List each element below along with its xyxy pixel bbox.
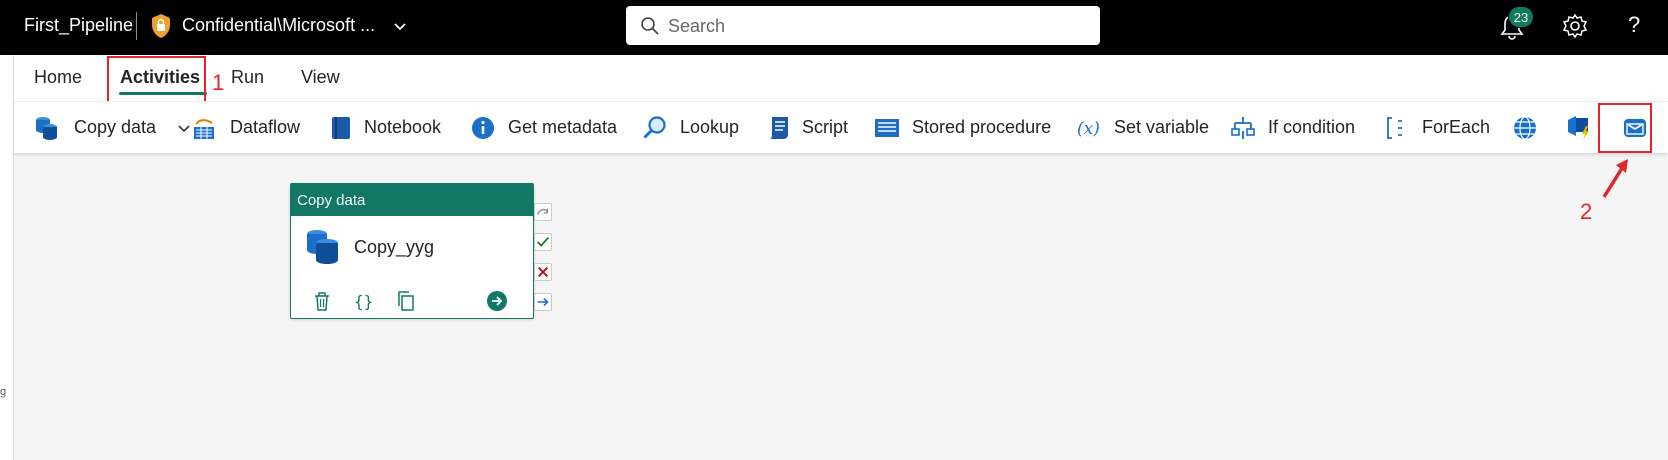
set-variable-button[interactable]: (x) Set variable — [1076, 102, 1236, 154]
script-icon — [770, 117, 788, 139]
globe-icon[interactable] — [1512, 115, 1538, 141]
lookup-button[interactable]: Lookup — [642, 102, 752, 154]
annotation-arrow-icon — [1602, 159, 1628, 198]
stored-procedure-icon — [875, 119, 899, 137]
get-metadata-button[interactable]: Get metadata — [470, 102, 630, 154]
search-input[interactable]: Search — [668, 16, 725, 37]
left-rail-glyph: g — [0, 386, 7, 398]
foreach-label: ForEach — [1422, 117, 1491, 137]
sensitivity-label[interactable]: Confidential\Microsoft ... — [182, 15, 375, 36]
copy-data-activity-card[interactable]: Copy data Copy_yyg {} — [290, 183, 534, 319]
tab-view[interactable]: View — [301, 67, 340, 88]
lookup-label: Lookup — [680, 117, 740, 137]
completion-port-icon[interactable] — [534, 293, 552, 311]
copy-data-button[interactable]: Copy data — [34, 102, 194, 154]
annotation-box-activities — [107, 56, 206, 104]
set-variable-label: Set variable — [1114, 117, 1210, 137]
foreach-icon — [1387, 117, 1402, 139]
tab-home[interactable]: Home — [34, 67, 82, 88]
left-rail — [0, 55, 14, 460]
script-label: Script — [802, 117, 849, 137]
azure-function-icon[interactable] — [1566, 114, 1594, 142]
info-icon — [472, 117, 494, 139]
annotation-box-outlook — [1598, 103, 1652, 153]
chevron-down-icon[interactable] — [177, 121, 191, 135]
stored-procedure-label: Stored procedure — [912, 117, 1052, 137]
annotation-number-1: 1 — [212, 70, 225, 95]
copy-data-icon — [36, 117, 57, 140]
annotation-number-2: 2 — [1580, 199, 1593, 224]
code-braces-icon[interactable]: {} — [353, 290, 375, 312]
copy-data-icon — [307, 230, 338, 264]
svg-text:{}: {} — [354, 292, 373, 311]
foreach-button[interactable]: ForEach — [1384, 102, 1494, 154]
tab-run[interactable]: Run — [231, 67, 264, 88]
activity-name[interactable]: Copy_yyg — [354, 237, 434, 258]
activity-card-header: Copy data — [291, 184, 533, 216]
arrow-right-circle-icon[interactable] — [486, 290, 508, 312]
variable-icon: (x) — [1077, 119, 1100, 139]
search-box[interactable]: Search — [626, 6, 1100, 45]
search-icon — [641, 17, 659, 35]
title-separator — [136, 12, 137, 40]
if-condition-label: If condition — [1268, 117, 1356, 137]
ribbon-tabs: Home Activities Run View — [14, 55, 1668, 101]
dataflow-icon — [194, 119, 214, 139]
pipeline-title[interactable]: First_Pipeline — [24, 15, 133, 36]
delete-icon[interactable] — [311, 290, 333, 312]
dataflow-button[interactable]: Dataflow — [192, 102, 317, 154]
svg-text:(x): (x) — [1077, 119, 1100, 139]
sensitivity-shield-icon — [152, 14, 170, 38]
notification-badge: 23 — [1508, 6, 1534, 28]
notebook-label: Notebook — [364, 117, 442, 137]
get-metadata-label: Get metadata — [508, 117, 618, 137]
if-condition-button[interactable]: If condition — [1230, 102, 1370, 154]
lookup-icon — [643, 116, 666, 139]
chevron-down-icon[interactable] — [392, 18, 408, 34]
gear-icon[interactable] — [1562, 13, 1588, 39]
success-port-icon[interactable] — [534, 233, 552, 251]
activities-ribbon: Copy data Dataflow Notebook Get metadata — [14, 101, 1668, 153]
script-button[interactable]: Script — [766, 102, 862, 154]
skip-port-icon[interactable] — [534, 203, 552, 221]
failure-port-icon[interactable] — [534, 263, 552, 281]
copy-icon[interactable] — [395, 290, 417, 312]
dataflow-label: Dataflow — [230, 117, 301, 137]
notebook-icon — [332, 117, 350, 139]
copy-data-label: Copy data — [74, 117, 157, 137]
if-condition-icon — [1231, 117, 1255, 139]
stored-procedure-button[interactable]: Stored procedure — [874, 102, 1064, 154]
top-bar: First_Pipeline Confidential\Microsoft ..… — [0, 0, 1668, 55]
help-icon[interactable]: ? — [1628, 12, 1640, 38]
notebook-button[interactable]: Notebook — [328, 102, 458, 154]
